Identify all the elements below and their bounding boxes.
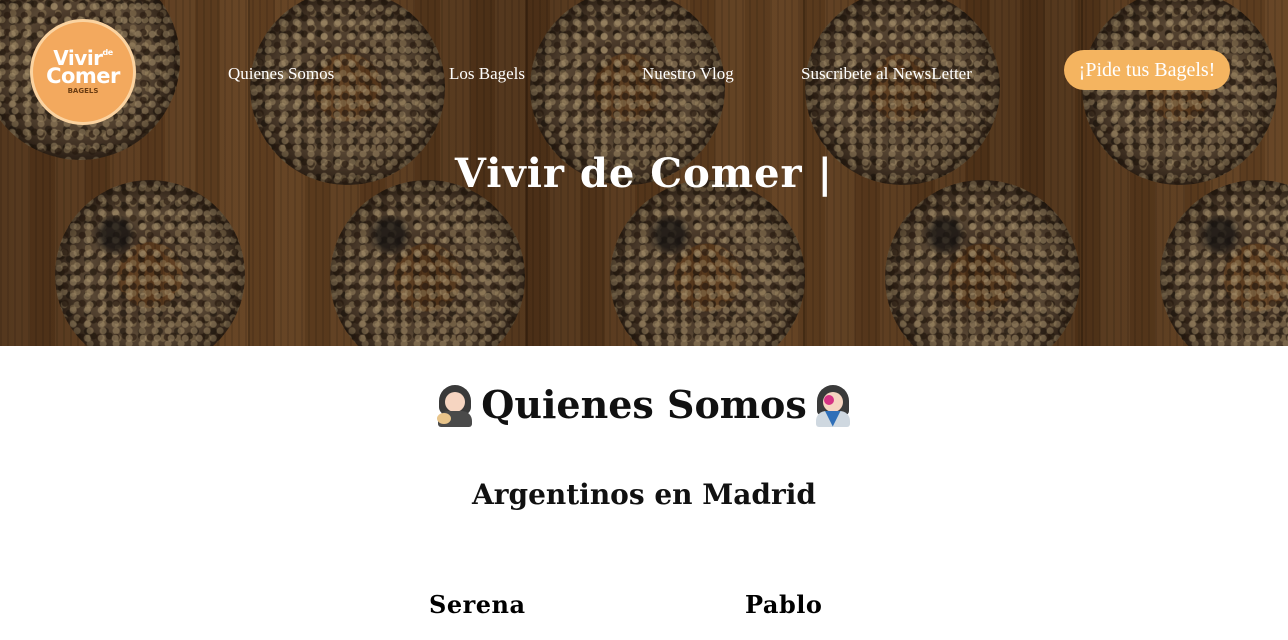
hero-banner: Vivirde Comer BAGELS Quienes Somos Los B… bbox=[0, 0, 1288, 346]
nav-link-newsletter[interactable]: Suscribete al NewsLetter bbox=[801, 64, 972, 84]
nav-link-nuestro-vlog[interactable]: Nuestro Vlog bbox=[642, 64, 734, 84]
nav-link-los-bagels[interactable]: Los Bagels bbox=[449, 64, 525, 84]
person-name-pablo: Pablo bbox=[745, 590, 823, 619]
nav-link-quienes-somos[interactable]: Quienes Somos bbox=[228, 64, 334, 84]
section-subtitle: Argentinos en Madrid bbox=[472, 478, 816, 511]
section-heading: Quienes Somos bbox=[0, 382, 1288, 427]
section-title: Quienes Somos bbox=[481, 382, 807, 427]
artist-emoji-icon bbox=[433, 383, 477, 427]
order-bagels-button[interactable]: ¡Pide tus Bagels! bbox=[1064, 50, 1230, 90]
singer-emoji-icon bbox=[811, 383, 855, 427]
logo-text-bagels: BAGELS bbox=[67, 87, 99, 96]
person-name-serena: Serena bbox=[429, 590, 526, 619]
hero-title: Vivir de Comer | bbox=[454, 150, 834, 197]
